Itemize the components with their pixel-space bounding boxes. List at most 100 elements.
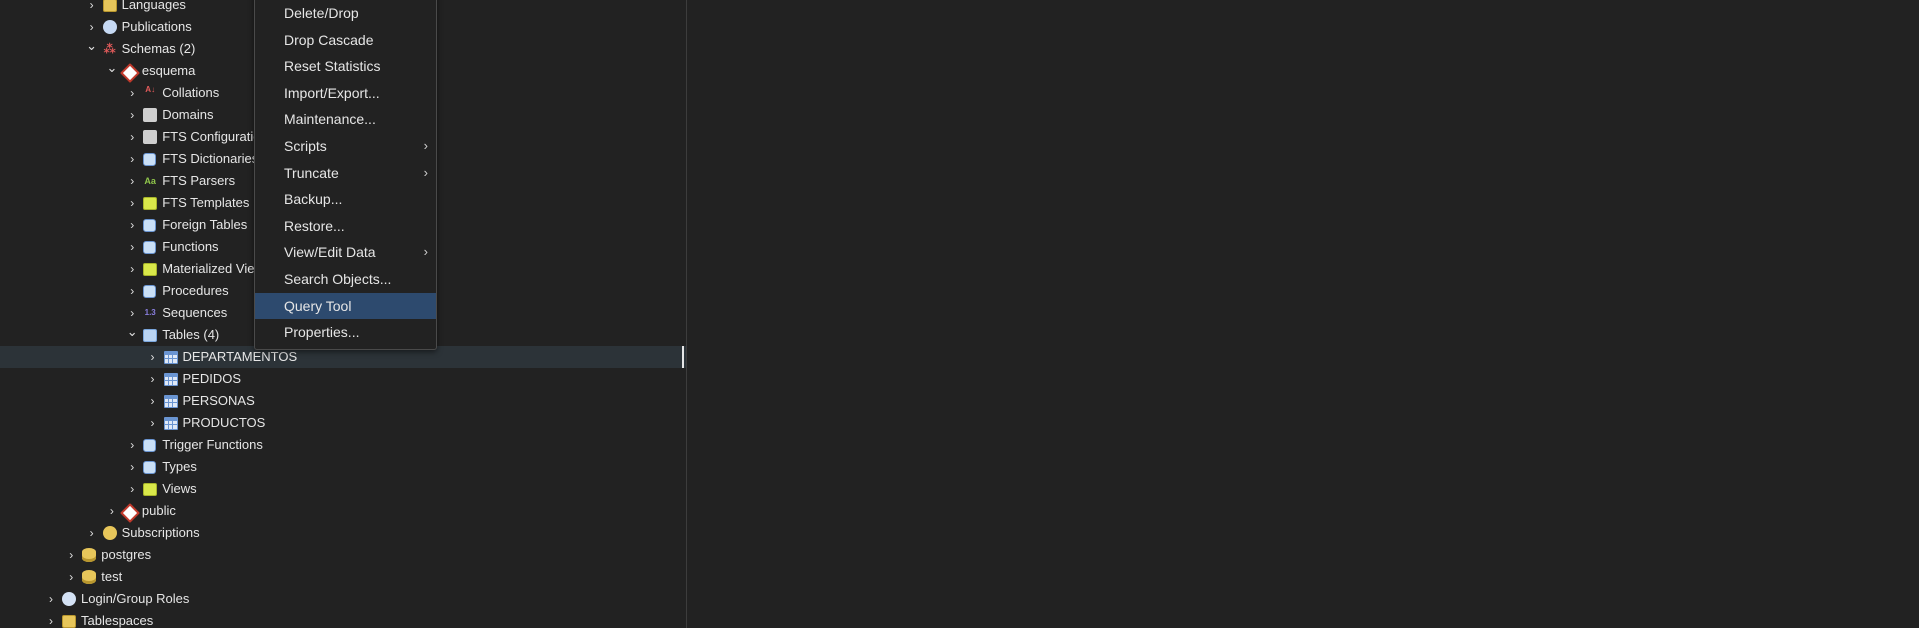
tree-node-label: Functions: [162, 239, 219, 254]
tree-node-views[interactable]: › Views: [0, 478, 686, 500]
tree-node-types[interactable]: › Types: [0, 456, 686, 478]
login-group-roles-icon: [62, 592, 76, 606]
tree-node-subscriptions[interactable]: › Subscriptions: [0, 522, 686, 544]
menu-item-label: View/Edit Data: [284, 244, 376, 261]
materialized-views-icon: [143, 263, 158, 276]
tree-node-login-group-roles[interactable]: › Login/Group Roles: [0, 588, 686, 610]
chevron-right-icon[interactable]: ›: [44, 610, 58, 628]
menu-item-label: Drop Cascade: [284, 31, 374, 48]
chevron-right-icon[interactable]: ›: [85, 16, 99, 38]
menu-item-view-edit-data[interactable]: View/Edit Data ›: [255, 239, 436, 265]
foreign-tables-icon: [143, 219, 157, 232]
menu-item-label: Truncate: [284, 164, 339, 181]
tree-node-label: postgres: [101, 547, 152, 562]
fts-templates-icon: [143, 197, 158, 210]
tree-node-label: Schemas (2): [121, 41, 196, 56]
tree-node-label: Views: [162, 481, 197, 496]
chevron-right-icon[interactable]: ›: [125, 302, 139, 324]
domains-icon: [143, 108, 158, 122]
tree-node-personas[interactable]: › PERSONAS: [0, 390, 686, 412]
chevron-right-icon[interactable]: ›: [44, 588, 58, 610]
chevron-right-icon[interactable]: ›: [85, 0, 99, 16]
chevron-right-icon[interactable]: ›: [146, 346, 160, 368]
tree-node-label: Foreign Tables: [162, 217, 248, 232]
views-icon: [143, 483, 158, 496]
functions-icon: [143, 241, 157, 254]
tree-node-pedidos[interactable]: › PEDIDOS: [0, 368, 686, 390]
chevron-right-icon[interactable]: ›: [125, 170, 139, 192]
tree-node-label: Languages: [121, 0, 186, 12]
tree-node-label: Sequences: [162, 305, 228, 320]
menu-item-query-tool[interactable]: Query Tool: [255, 292, 436, 319]
publications-icon: [102, 20, 117, 34]
tree-node-label: FTS Parsers: [162, 173, 236, 188]
menu-item-drop-cascade[interactable]: Drop Cascade: [255, 27, 436, 53]
chevron-right-icon[interactable]: ›: [125, 478, 139, 500]
menu-item-restore[interactable]: Restore...: [255, 213, 436, 239]
menu-item-label: Scripts: [284, 138, 327, 154]
collations-icon: A↓: [145, 85, 156, 94]
menu-item-search-objects[interactable]: Search Objects...: [255, 266, 436, 292]
chevron-right-icon[interactable]: ›: [125, 126, 139, 148]
tree-node-label: Publications: [121, 19, 192, 34]
tree-node-test[interactable]: › test: [0, 566, 686, 588]
chevron-right-icon[interactable]: ›: [146, 368, 160, 390]
tree-node-productos[interactable]: › PRODUCTOS: [0, 412, 686, 434]
chevron-down-icon[interactable]: ⌄: [85, 38, 99, 60]
tree-node-postgres[interactable]: › postgres: [0, 544, 686, 566]
tree-node-public[interactable]: › public: [0, 500, 686, 523]
chevron-right-icon[interactable]: ›: [146, 412, 160, 434]
main-content-area: [687, 0, 1919, 628]
tree-node-label: PRODUCTOS: [182, 415, 266, 430]
tree-node-tablespaces[interactable]: › Tablespaces: [0, 610, 686, 628]
tree-node-label: esquema: [141, 63, 196, 78]
tree-node-label: Collations: [162, 85, 220, 100]
menu-item-label: Search Objects...: [284, 271, 392, 287]
chevron-right-icon[interactable]: ›: [125, 214, 139, 236]
chevron-right-icon[interactable]: ›: [125, 258, 139, 280]
subscriptions-icon: [102, 526, 117, 540]
schema-icon: [119, 63, 140, 83]
chevron-right-icon[interactable]: ›: [125, 192, 139, 214]
chevron-right-icon[interactable]: ›: [125, 82, 139, 104]
submenu-arrow-icon: ›: [423, 138, 428, 153]
chevron-right-icon[interactable]: ›: [64, 544, 78, 566]
chevron-right-icon[interactable]: ›: [125, 280, 139, 302]
tree-node-label: Tablespaces: [81, 613, 154, 628]
chevron-right-icon[interactable]: ›: [125, 434, 139, 456]
fts-dictionaries-icon: [143, 153, 157, 166]
fts-configurations-icon: [143, 130, 158, 144]
menu-item-properties[interactable]: Properties...: [255, 319, 436, 345]
tree-node-label: Login/Group Roles: [81, 591, 190, 606]
procedures-icon: [143, 285, 157, 298]
chevron-right-icon[interactable]: ›: [85, 522, 99, 544]
menu-item-delete-drop[interactable]: Delete/Drop: [255, 0, 436, 26]
chevron-right-icon[interactable]: ›: [105, 500, 119, 522]
menu-item-scripts[interactable]: Scripts ›: [255, 133, 436, 159]
chevron-right-icon[interactable]: ›: [125, 104, 139, 126]
chevron-right-icon[interactable]: ›: [64, 566, 78, 588]
menu-item-backup[interactable]: Backup...: [255, 186, 436, 212]
menu-item-import-export[interactable]: Import/Export...: [255, 80, 436, 106]
tree-node-label: PEDIDOS: [182, 371, 242, 386]
tree-node-trigger-functions[interactable]: › Trigger Functions: [0, 434, 686, 456]
menu-item-truncate[interactable]: Truncate ›: [255, 160, 436, 186]
chevron-down-icon[interactable]: ⌄: [125, 324, 139, 346]
table-icon: [163, 351, 178, 364]
database-icon: [82, 548, 97, 562]
chevron-right-icon[interactable]: ›: [125, 148, 139, 170]
chevron-right-icon[interactable]: ›: [146, 390, 160, 412]
chevron-right-icon[interactable]: ›: [125, 456, 139, 478]
menu-item-label: Restore...: [284, 217, 345, 234]
menu-item-label: Properties...: [284, 324, 360, 341]
menu-item-label: Import/Export...: [284, 84, 380, 101]
chevron-down-icon[interactable]: ⌄: [105, 60, 119, 82]
menu-item-maintenance[interactable]: Maintenance...: [255, 106, 436, 132]
tree-node-label: test: [101, 569, 123, 584]
trigger-functions-icon: [143, 439, 157, 452]
menu-item-label: Delete/Drop: [284, 5, 359, 21]
chevron-right-icon[interactable]: ›: [125, 236, 139, 258]
menu-item-reset-statistics[interactable]: Reset Statistics: [255, 53, 436, 79]
tablespaces-icon: [62, 615, 76, 628]
schema-icon: [119, 503, 140, 523]
